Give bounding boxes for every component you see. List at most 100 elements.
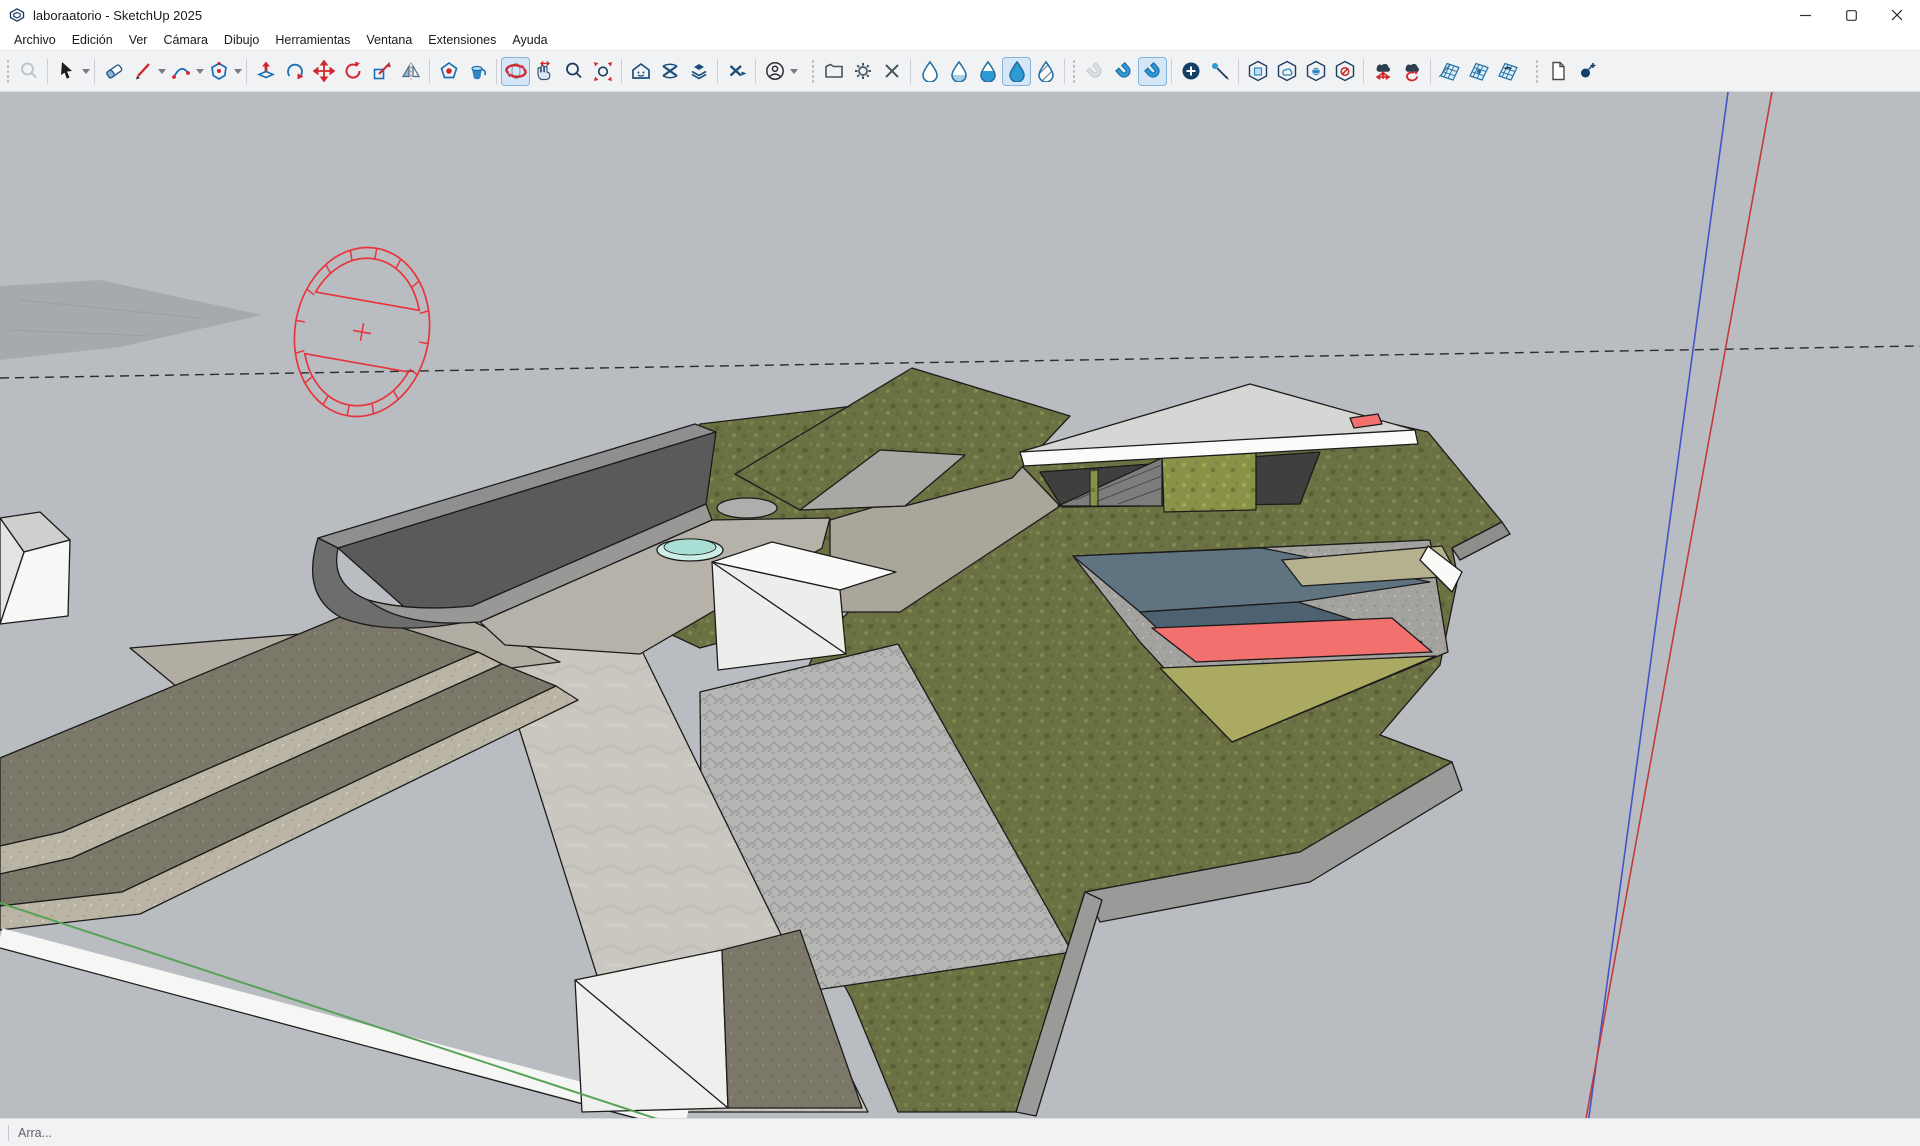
maximize-button[interactable] xyxy=(1828,0,1874,30)
toolbar-drag-handle[interactable] xyxy=(811,59,816,83)
sign-in-button[interactable] xyxy=(760,57,789,86)
rotate-icon xyxy=(342,60,364,82)
line-dropdown[interactable] xyxy=(157,57,166,86)
terrain-grid-2-button[interactable] xyxy=(1464,57,1493,86)
chevron-down-icon xyxy=(790,69,798,74)
viewport-canvas[interactable] xyxy=(0,92,1920,1118)
magnet-icon xyxy=(1113,60,1135,82)
window-title: laboraatorio - SketchUp 2025 xyxy=(33,8,202,23)
droplet-hatched-button[interactable] xyxy=(1031,57,1060,86)
extension-warehouse-button[interactable] xyxy=(722,57,751,86)
magnet-button[interactable] xyxy=(1109,57,1138,86)
droplet-half-button[interactable] xyxy=(973,57,1002,86)
menu-ayuda[interactable]: Ayuda xyxy=(504,31,555,49)
point-add-icon xyxy=(1576,60,1598,82)
box-square-button[interactable] xyxy=(1243,57,1272,86)
zoom-extents-icon xyxy=(592,60,614,82)
shapes-tool-button[interactable] xyxy=(204,57,233,86)
maximize-icon xyxy=(1846,10,1857,21)
add-circle-button[interactable] xyxy=(1176,57,1205,86)
menu-camara[interactable]: Cámara xyxy=(155,31,215,49)
close-button[interactable] xyxy=(1874,0,1920,30)
menu-herramientas[interactable]: Herramientas xyxy=(267,31,358,49)
toolbar-drag-handle[interactable] xyxy=(1535,59,1540,83)
droplet-full-button[interactable] xyxy=(1002,57,1031,86)
box-cloud-button[interactable] xyxy=(1272,57,1301,86)
pan-tool-button[interactable] xyxy=(530,57,559,86)
paint-bucket-icon xyxy=(467,60,489,82)
menu-dibujo[interactable]: Dibujo xyxy=(216,31,267,49)
toolbar-drag-handle[interactable] xyxy=(1072,59,1077,83)
status-bar: Arra... xyxy=(0,1118,1920,1146)
menu-extensiones[interactable]: Extensiones xyxy=(420,31,504,49)
line-tool-button[interactable] xyxy=(128,57,157,86)
droplet-half-icon xyxy=(977,60,999,82)
eraser-tool-button[interactable] xyxy=(99,57,128,86)
terrain-grid-1-button[interactable] xyxy=(1435,57,1464,86)
minimize-icon xyxy=(1800,10,1811,21)
box-sphere-button[interactable] xyxy=(1301,57,1330,86)
menu-ver[interactable]: Ver xyxy=(121,31,156,49)
arc-dropdown[interactable] xyxy=(195,57,204,86)
follow-me-tool-button[interactable] xyxy=(280,57,309,86)
arc-tool-button[interactable] xyxy=(166,57,195,86)
terrain-grid-icon xyxy=(1497,60,1519,82)
droplet-low-button[interactable] xyxy=(944,57,973,86)
select-dropdown[interactable] xyxy=(81,57,90,86)
toolbar-drag-handle[interactable] xyxy=(6,59,11,83)
droplet-outline-icon xyxy=(919,60,941,82)
minimize-button[interactable] xyxy=(1782,0,1828,30)
shapes-dropdown[interactable] xyxy=(233,57,242,86)
offset-icon xyxy=(438,60,460,82)
menu-archivo[interactable]: Archivo xyxy=(6,31,64,49)
leader-line-button[interactable] xyxy=(1205,57,1234,86)
delete-button[interactable] xyxy=(877,57,906,86)
new-page-button[interactable] xyxy=(1543,57,1572,86)
orbit-tool-button[interactable] xyxy=(501,57,530,86)
share-component-button[interactable] xyxy=(684,57,713,86)
settings-button[interactable] xyxy=(848,57,877,86)
box-cloud-icon xyxy=(1276,60,1298,82)
offset-tool-button[interactable] xyxy=(434,57,463,86)
paint-bucket-tool-button[interactable] xyxy=(463,57,492,86)
zoom-icon xyxy=(563,60,585,82)
magnet-selected-button[interactable] xyxy=(1138,57,1167,86)
push-pull-tool-button[interactable] xyxy=(251,57,280,86)
select-tool-button[interactable] xyxy=(52,57,81,86)
cloud-move-button[interactable] xyxy=(1368,57,1397,86)
droplet-outline-button[interactable] xyxy=(915,57,944,86)
point-add-button[interactable] xyxy=(1572,57,1601,86)
magnet-disabled-button[interactable] xyxy=(1080,57,1109,86)
status-separator xyxy=(8,1125,9,1141)
close-x-icon xyxy=(881,60,903,82)
menu-ventana[interactable]: Ventana xyxy=(358,31,420,49)
share-model-button[interactable] xyxy=(655,57,684,86)
scale-tool-button[interactable] xyxy=(367,57,396,86)
rotate-tool-button[interactable] xyxy=(338,57,367,86)
folder-icon xyxy=(823,60,845,82)
3d-warehouse-button[interactable] xyxy=(626,57,655,86)
3d-viewport[interactable] xyxy=(0,92,1920,1118)
box-none-icon xyxy=(1334,60,1356,82)
move-tool-button[interactable] xyxy=(309,57,338,86)
3d-warehouse-icon xyxy=(630,60,652,82)
arc-icon xyxy=(170,60,192,82)
folder-button[interactable] xyxy=(819,57,848,86)
cloud-rotate-button[interactable] xyxy=(1397,57,1426,86)
zoom-extents-button[interactable] xyxy=(588,57,617,86)
flip-tool-button[interactable] xyxy=(396,57,425,86)
share-component-icon xyxy=(688,60,710,82)
red-axis-line xyxy=(1585,92,1772,1118)
terrain-grid-3-button[interactable] xyxy=(1493,57,1522,86)
zoom-tool-button[interactable] xyxy=(559,57,588,86)
search-tool-button[interactable] xyxy=(14,57,43,86)
box-none-button[interactable] xyxy=(1330,57,1359,86)
gear-icon xyxy=(852,60,874,82)
droplet-hatched-icon xyxy=(1035,60,1057,82)
close-icon xyxy=(1891,9,1903,21)
sign-in-dropdown[interactable] xyxy=(789,57,798,86)
add-circle-icon xyxy=(1180,60,1202,82)
shapes-icon xyxy=(208,60,230,82)
search-icon xyxy=(18,60,40,82)
menu-edicion[interactable]: Edición xyxy=(64,31,121,49)
